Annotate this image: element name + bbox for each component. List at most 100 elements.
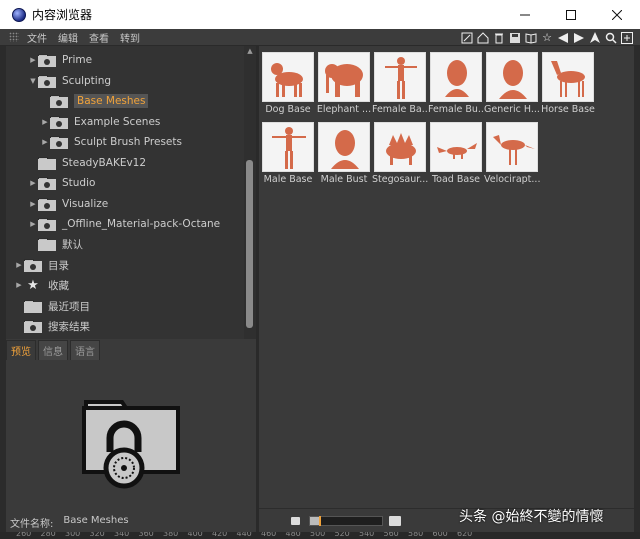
tree-item-visualize[interactable]: ▶ Visualize (28, 194, 108, 214)
asset-thumbnail (262, 122, 314, 172)
asset-label: Velocirapt... (484, 174, 540, 185)
tree-item-default[interactable]: 默认 (28, 234, 83, 254)
small-thumbnail-icon[interactable] (291, 517, 300, 525)
tree-item-recent[interactable]: 最近项目 (14, 296, 90, 316)
tree-item-label: 目录 (48, 259, 69, 272)
expand-arrow-icon[interactable]: ▶ (28, 200, 38, 208)
minimize-icon (520, 14, 530, 15)
maximize-button[interactable] (548, 0, 594, 29)
tree-item-favorites[interactable]: ▶ ★ 收藏 (14, 275, 69, 295)
asset-item[interactable]: Female Bu... (428, 52, 484, 115)
ruler-tick-label: 500 (310, 532, 326, 538)
trash-icon[interactable] (492, 31, 506, 45)
expand-arrow-icon[interactable]: ▶ (28, 220, 38, 228)
asset-item[interactable]: Toad Base (430, 122, 482, 185)
back-arrow-icon[interactable] (556, 31, 570, 45)
up-arrow-icon[interactable] (588, 31, 602, 45)
info-tabs: 预览 信息 语言 (6, 340, 256, 360)
locked-folder-icon (38, 53, 56, 67)
folder-tree: ▶ Prime ▼ Sculpting Base Meshes ▶ Exampl… (6, 46, 246, 339)
tree-item-base-meshes[interactable]: Base Meshes (40, 91, 149, 111)
asset-item[interactable]: Stegosaur... (372, 122, 428, 185)
zoom-slider-handle[interactable] (319, 516, 321, 526)
tree-item-studio[interactable]: ▶ Studio (28, 173, 95, 193)
home-icon[interactable] (476, 31, 490, 45)
asset-label: Toad Base (431, 174, 480, 185)
expand-arrow-icon[interactable]: ▶ (14, 261, 24, 269)
asset-item[interactable]: Dog Base (262, 52, 314, 115)
asset-thumbnail (318, 122, 370, 172)
zoom-slider[interactable] (309, 516, 383, 526)
folder-icon (24, 299, 42, 313)
save-icon[interactable] (508, 31, 522, 45)
asset-label: Horse Base (541, 104, 595, 115)
search-icon[interactable] (604, 31, 618, 45)
large-thumbnail-icon[interactable] (389, 516, 401, 526)
tree-item-steadybake[interactable]: SteadyBAKEv12 (28, 153, 146, 173)
minimize-button[interactable] (502, 0, 548, 29)
add-icon[interactable] (620, 31, 634, 45)
book-icon[interactable] (524, 31, 538, 45)
star-icon[interactable]: ☆ (540, 31, 554, 45)
menu-edit[interactable]: 编辑 (58, 30, 78, 45)
tree-item-search-results[interactable]: 搜索结果 (14, 316, 90, 336)
filename-value: Base Meshes (63, 515, 129, 526)
asset-thumbnail (486, 122, 538, 172)
expand-arrow-icon[interactable]: ▶ (40, 118, 50, 126)
menu-file[interactable]: 文件 (27, 30, 47, 45)
forward-arrow-icon[interactable] (572, 31, 586, 45)
ruler-tick-label: 620 (457, 532, 473, 538)
locked-folder-icon (50, 94, 68, 108)
asset-thumbnail (374, 52, 426, 102)
tree-item-offline-material-pack[interactable]: ▶ _Offline_Material-pack-Octane (28, 214, 220, 234)
asset-thumbnail (374, 122, 426, 172)
asset-item[interactable]: Elephant ... (316, 52, 372, 115)
asset-thumbnail (430, 52, 482, 102)
asset-item[interactable]: Male Base (262, 122, 314, 185)
tab-preview[interactable]: 预览 (6, 340, 36, 360)
asset-label: Generic H... (484, 104, 540, 115)
ruler-tick-label: 360 (138, 532, 154, 538)
asset-label: Elephant ... (316, 104, 372, 115)
scroll-up-icon[interactable]: ▲ (246, 47, 254, 55)
tab-info[interactable]: 信息 (38, 340, 68, 360)
tree-item-catalog[interactable]: ▶ 目录 (14, 255, 69, 275)
expand-arrow-icon[interactable]: ▶ (28, 56, 38, 64)
asset-label: Female Bu... (428, 104, 484, 115)
tree-item-label: SteadyBAKEv12 (62, 157, 147, 169)
search-folder-icon (24, 319, 42, 333)
tab-language[interactable]: 语言 (70, 340, 100, 360)
collapse-arrow-icon[interactable]: ▼ (28, 77, 38, 85)
edit-icon[interactable] (460, 31, 474, 45)
right-edge-strip (634, 46, 640, 534)
menu-goto[interactable]: 转到 (120, 30, 140, 45)
asset-item[interactable]: Female Ba... (372, 52, 428, 115)
ruler-tick-label: 540 (359, 532, 375, 538)
asset-label: Male Base (263, 174, 313, 185)
menu-view[interactable]: 查看 (89, 30, 109, 45)
watermark: 头条 @始終不變的情懷 (459, 509, 604, 525)
asset-item[interactable]: Horse Base (541, 52, 595, 115)
asset-item[interactable]: Male Bust (318, 122, 370, 185)
tree-item-sculpting[interactable]: ▼ Sculpting (28, 71, 111, 91)
locked-folder-icon (50, 115, 68, 129)
grip-icon[interactable] (9, 32, 19, 42)
asset-item[interactable]: Generic H... (484, 52, 540, 115)
tree-item-sculpt-brush-presets[interactable]: ▶ Sculpt Brush Presets (40, 132, 182, 152)
close-button[interactable] (594, 0, 640, 29)
asset-item[interactable]: Velocirapt... (484, 122, 540, 185)
tree-item-label: Sculpting (62, 75, 112, 87)
expand-arrow-icon[interactable]: ▶ (14, 281, 24, 289)
tree-item-label: 搜索结果 (48, 320, 90, 333)
tree-item-label: 默认 (62, 238, 83, 251)
title-bar: 内容浏览器 (0, 0, 640, 29)
ruler-tick-label: 400 (187, 532, 203, 538)
star-icon: ★ (27, 277, 39, 293)
asset-label: Dog Base (265, 104, 311, 115)
tree-scrollbar-thumb[interactable] (246, 160, 253, 328)
expand-arrow-icon[interactable]: ▶ (28, 179, 38, 187)
tree-item-prime[interactable]: ▶ Prime (28, 50, 92, 70)
tree-item-label: _Offline_Material-pack-Octane (62, 218, 221, 230)
expand-arrow-icon[interactable]: ▶ (40, 138, 50, 146)
tree-item-example-scenes[interactable]: ▶ Example Scenes (40, 112, 160, 132)
